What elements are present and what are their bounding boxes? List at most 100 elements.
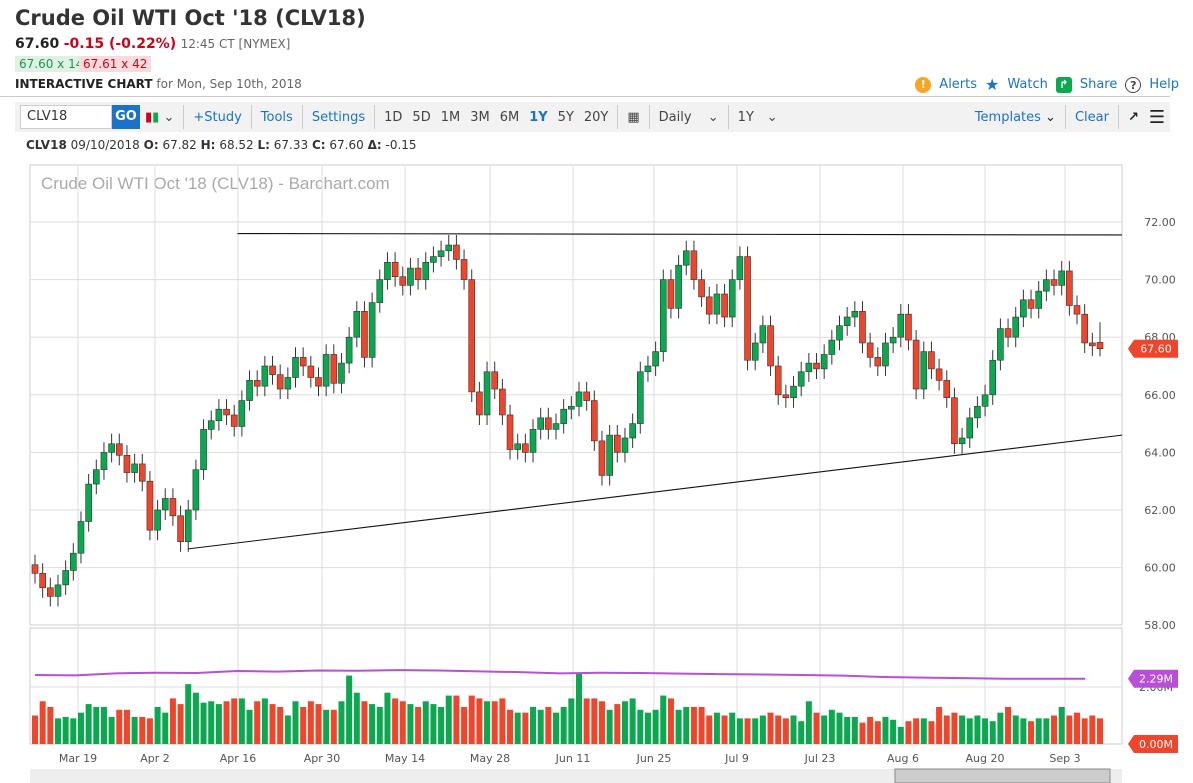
symbol-input[interactable]: CLV18 [20, 105, 112, 129]
templates-button[interactable]: Templates ⌄ [970, 110, 1061, 125]
range-5y[interactable]: 5Y [553, 110, 579, 125]
volume-bar [193, 693, 199, 744]
chart-watermark-title: Crude Oil WTI Oct '18 (CLV18) - Barchart… [41, 174, 390, 193]
volume-bar [369, 704, 375, 744]
volume-bar [752, 718, 758, 744]
candle-body [507, 415, 513, 450]
candle-body [185, 510, 191, 542]
candle-body [944, 380, 950, 397]
candle-body [1013, 317, 1019, 337]
x-tick-label: Mar 19 [59, 752, 97, 765]
clear-button[interactable]: Clear [1070, 110, 1114, 125]
candle-body [70, 553, 76, 570]
range-5d[interactable]: 5D [407, 110, 435, 125]
star-icon[interactable]: ★ [985, 75, 999, 94]
candle-body [270, 366, 276, 375]
volume-bar [875, 721, 881, 744]
volume-bar [1074, 713, 1080, 744]
x-tick-label: May 14 [385, 752, 425, 765]
candle-body [890, 337, 896, 343]
candle-body [361, 311, 367, 357]
study-button[interactable]: +Study [188, 110, 246, 125]
candle-body [162, 498, 168, 510]
candle-body [913, 340, 919, 389]
interval-select[interactable]: Daily ⌄ [654, 110, 724, 125]
candle-body [898, 314, 904, 337]
candle-body [239, 401, 245, 427]
tools-button[interactable]: Tools [256, 110, 298, 125]
range-1m[interactable]: 1M [436, 110, 466, 125]
y-tick-label: 60.00 [1144, 562, 1176, 575]
calendar-icon[interactable]: ▦ [622, 110, 644, 125]
volume-bar [714, 713, 720, 744]
alert-icon[interactable]: ! [915, 77, 931, 93]
range-20y[interactable]: 20Y [579, 110, 613, 125]
candle-body [247, 380, 253, 400]
candle-body [584, 392, 590, 401]
alerts-link[interactable]: Alerts [939, 77, 977, 92]
share-link[interactable]: Share [1080, 77, 1118, 92]
chart-type-icon[interactable]: ▮▮ ⌄ [140, 110, 179, 125]
volume-bar [155, 707, 161, 744]
volume-bar [898, 727, 904, 744]
volume-bar [699, 707, 705, 744]
candle-body [453, 245, 459, 259]
volume-bar [607, 710, 613, 744]
candle-body [47, 588, 53, 597]
volume-bar [821, 716, 827, 745]
candle-body [905, 314, 911, 340]
share-icon[interactable]: ↱ [1056, 77, 1072, 93]
go-button[interactable]: GO [112, 105, 140, 129]
volume-bar [323, 710, 329, 744]
candle-body [591, 401, 597, 441]
volume-bar [32, 716, 38, 745]
volume-bar [293, 701, 299, 744]
volume-bar [1051, 716, 1057, 745]
candle-body [668, 280, 674, 309]
ask-badge: 67.61 x 42 [79, 56, 151, 72]
candle-body [392, 262, 398, 276]
candle-body [423, 262, 429, 279]
volume-bar [400, 701, 406, 744]
candle-body [400, 277, 406, 286]
period-value: 1Y [738, 110, 754, 125]
volume-bar [745, 718, 751, 744]
candle-body [78, 522, 84, 554]
scrollbar-thumb[interactable] [895, 769, 1110, 783]
volume-bar [446, 696, 452, 744]
candle-body [155, 510, 161, 530]
settings-button[interactable]: Settings [307, 110, 370, 125]
volume-bar [476, 698, 482, 744]
expand-icon[interactable]: ↗ [1123, 110, 1144, 125]
candle-body [492, 372, 498, 389]
candle-body [951, 398, 957, 444]
candle-body [1020, 300, 1026, 317]
volume-bar [683, 707, 689, 744]
candle-body [384, 262, 390, 279]
range-3m[interactable]: 3M [465, 110, 495, 125]
x-tick-label: Jul 23 [804, 752, 836, 765]
volume-bar [545, 707, 551, 744]
volume-average-line [35, 670, 1085, 679]
candle-body [124, 455, 130, 472]
price-chart[interactable]: Crude Oil WTI Oct '18 (CLV18) - Barchart… [0, 155, 1193, 783]
candle-body [430, 257, 436, 263]
watch-link[interactable]: Watch [1007, 77, 1047, 92]
candle-body [1036, 291, 1042, 308]
help-link[interactable]: Help [1149, 77, 1179, 92]
volume-bar [461, 707, 467, 744]
volume-bar [132, 717, 138, 744]
period-select[interactable]: 1Y ⌄ [733, 110, 783, 125]
range-6m[interactable]: 6M [495, 110, 525, 125]
candle-body [346, 337, 352, 363]
range-1d[interactable]: 1D [379, 110, 407, 125]
range-1y[interactable]: 1Y [524, 110, 552, 125]
volume-bar [982, 718, 988, 744]
menu-icon[interactable]: ☰ [1144, 107, 1170, 128]
candle-body [40, 573, 46, 587]
volume-bar [185, 684, 191, 744]
volume-bar [622, 701, 628, 744]
volume-bar [760, 716, 766, 745]
volume-bar [1013, 716, 1019, 745]
help-icon[interactable]: ? [1125, 77, 1141, 93]
